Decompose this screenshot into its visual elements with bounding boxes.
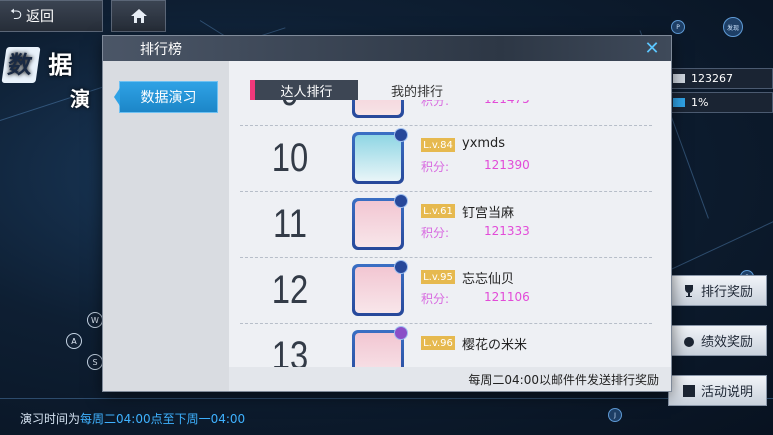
player-name: yxmds	[462, 136, 506, 151]
score-label: 积分:	[421, 160, 450, 174]
ranking-row: 11 L.v.61 钉宫当麻 积分: 121333	[240, 192, 652, 258]
back-arrow-icon: ⮌	[10, 4, 23, 23]
rank-number: 9	[260, 100, 319, 115]
score-label: 积分:	[421, 100, 450, 108]
avatar[interactable]	[352, 100, 404, 118]
avatar[interactable]	[352, 326, 408, 368]
rank-number: 11	[272, 202, 308, 246]
performance-reward-button[interactable]: 绩效奖励	[668, 325, 767, 356]
reward-note: 每周二04:00以邮件件发送排行奖励	[229, 367, 671, 391]
title-rest: 据	[48, 51, 75, 79]
progress-value: 1%	[691, 96, 709, 109]
leaderboard-modal: 排行榜 ✕ 数据演习 达人排行 我的排行 9 积分: 121475 10 L.v…	[103, 36, 671, 391]
progress-stat: 1%	[668, 92, 773, 113]
activity-info-button[interactable]: 活动说明	[668, 375, 767, 406]
title-badge: 数	[1, 47, 41, 83]
avatar[interactable]	[352, 260, 408, 316]
player-name: 忘忘仙贝	[462, 272, 515, 287]
medal-icon	[683, 336, 694, 347]
score-label: 积分:	[421, 226, 450, 240]
level-badge: L.v.61	[421, 204, 455, 218]
tab-expert-ranking[interactable]: 达人排行	[250, 80, 358, 100]
avatar[interactable]	[352, 128, 408, 184]
ranking-tabs: 达人排行 我的排行	[250, 80, 590, 100]
title-line2: 演	[70, 87, 92, 111]
ranking-row: 9 积分: 121475	[240, 100, 652, 126]
level-badge: L.v.96	[421, 336, 455, 350]
category-tab-data-exercise[interactable]: 数据演习	[114, 81, 218, 113]
exercise-time-text: 演习时间为每周二04:00点至下周一04:00	[20, 410, 245, 427]
coins-stat: 123267	[668, 68, 773, 89]
trophy-icon	[684, 284, 693, 297]
category-sidebar: 数据演习	[103, 61, 229, 391]
performance-reward-label: 绩效奖励	[700, 335, 753, 350]
rank-number: 12	[271, 268, 309, 312]
level-badge: L.v.84	[421, 138, 455, 152]
score-value: 121333	[484, 224, 530, 238]
rank-number: 10	[271, 136, 309, 180]
activity-info-label: 活动说明	[700, 385, 753, 400]
rank-reward-label: 排行奖励	[700, 285, 753, 300]
modal-header: 排行榜	[103, 36, 671, 61]
player-name: 钉宫当麻	[462, 206, 515, 221]
map-node-discovered[interactable]: 发现	[723, 17, 743, 37]
home-icon	[130, 9, 147, 23]
player-name: 樱花の米米	[462, 338, 528, 353]
tab-my-ranking[interactable]: 我的排行	[372, 80, 462, 100]
exercise-time-prefix: 演习时间为	[20, 412, 81, 426]
modal-title: 排行榜	[140, 41, 182, 58]
coin-icon	[673, 74, 685, 83]
back-label: 返回	[26, 9, 55, 25]
activity-title: 数 据 演	[1, 45, 92, 112]
level-badge: L.v.95	[421, 270, 455, 284]
ranking-row: 13 L.v.96 樱花の米米	[240, 324, 652, 368]
ranking-row: 12 L.v.95 忘忘仙贝 积分: 121106	[240, 258, 652, 324]
score-label: 积分:	[421, 292, 450, 306]
ranking-row: 10 L.v.84 yxmds 积分: 121390	[240, 126, 652, 192]
close-icon[interactable]: ✕	[641, 39, 663, 58]
rank-number: 13	[271, 334, 309, 368]
home-button[interactable]	[111, 0, 166, 32]
ranking-list[interactable]: 9 积分: 121475 10 L.v.84 yxmds 积分: 121390 …	[240, 100, 652, 368]
rank-reward-button[interactable]: 排行奖励	[668, 275, 767, 306]
dpad-left-key[interactable]: A	[66, 333, 82, 349]
back-button[interactable]: ⮌ 返回	[0, 0, 103, 32]
dpad-down-key[interactable]: S	[87, 354, 103, 370]
score-value: 121106	[484, 290, 530, 304]
dpad-up-key[interactable]: W	[87, 312, 103, 328]
avatar[interactable]	[352, 194, 408, 250]
map-node[interactable]: P	[671, 20, 685, 34]
score-value: 121475	[484, 100, 530, 106]
score-value: 121390	[484, 158, 530, 172]
coins-value: 123267	[691, 72, 733, 85]
exercise-time-range: 每周二04:00点至下周一04:00	[80, 412, 246, 426]
progress-icon	[673, 98, 685, 107]
map-node[interactable]: J	[608, 408, 622, 422]
info-icon	[682, 384, 695, 397]
